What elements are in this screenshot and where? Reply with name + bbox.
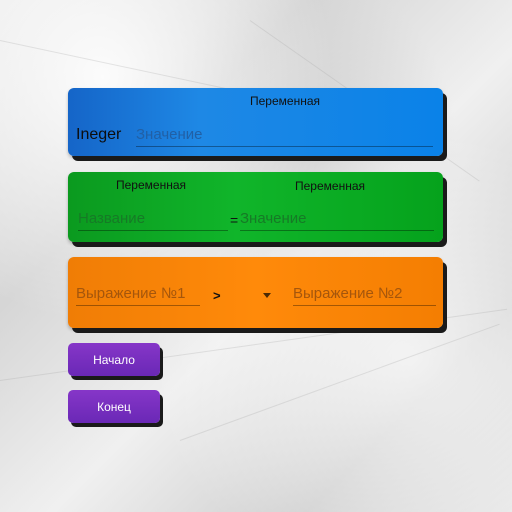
value-input[interactable] — [136, 126, 433, 147]
value-input[interactable] — [240, 210, 434, 231]
variable-label: Переменная — [250, 94, 320, 108]
expression-1-input[interactable] — [76, 285, 200, 306]
integer-variable-block[interactable]: Переменная Ineger — [68, 88, 443, 156]
type-label: Ineger — [76, 126, 122, 143]
expression-2-input[interactable] — [293, 285, 436, 306]
start-button[interactable]: Начало — [68, 343, 160, 376]
end-button[interactable]: Конец — [68, 390, 160, 423]
assignment-block[interactable]: Переменная Переменная = — [68, 172, 443, 242]
paper-crease — [179, 323, 500, 441]
chevron-down-icon[interactable] — [263, 293, 271, 298]
equals-sign: = — [230, 212, 239, 228]
left-variable-label: Переменная — [116, 178, 186, 192]
name-input[interactable] — [78, 210, 228, 231]
comparison-operator[interactable]: > — [213, 288, 221, 303]
comparison-block[interactable]: > — [68, 257, 443, 328]
right-variable-label: Переменная — [295, 179, 365, 193]
